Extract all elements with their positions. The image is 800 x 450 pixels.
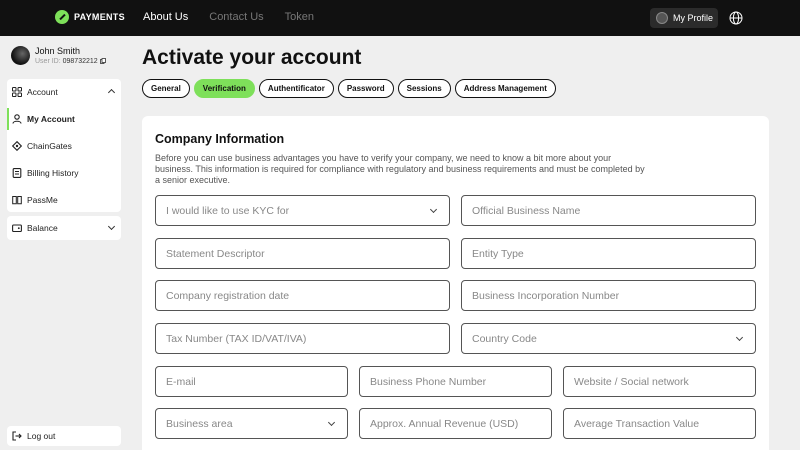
- statement-descriptor-field[interactable]: Statement Descriptor: [155, 238, 450, 269]
- sidebar-item-label: ChainGates: [27, 141, 72, 151]
- logout-button[interactable]: Log out: [7, 426, 121, 446]
- page-title: Activate your account: [142, 46, 362, 69]
- user-info: John Smith User ID: 098732212: [11, 46, 106, 65]
- logout-row: Log out: [7, 426, 121, 446]
- incorporation-number-placeholder: Business Incorporation Number: [472, 289, 620, 302]
- kyc-select[interactable]: I would like to use KYC for: [155, 195, 450, 226]
- kyc-placeholder: I would like to use KYC for: [166, 204, 290, 217]
- chevron-down-icon: [429, 205, 438, 214]
- registration-date-placeholder: Company registration date: [166, 289, 290, 302]
- logout-icon: [12, 431, 22, 441]
- user-icon: [12, 114, 22, 124]
- website-placeholder: Website / Social network: [574, 375, 689, 388]
- sidebar-item-account[interactable]: Account: [7, 79, 121, 105]
- wallet-icon: [12, 224, 22, 233]
- chevron-down-icon: [107, 222, 116, 231]
- sidebar-item-billing-history[interactable]: Billing History: [7, 160, 121, 186]
- diamond-icon: [12, 141, 22, 151]
- country-code-select[interactable]: Country Code: [461, 323, 756, 354]
- brand-name: PAYMENTS: [74, 12, 125, 22]
- entity-type-placeholder: Entity Type: [472, 247, 524, 260]
- my-profile-label: My Profile: [673, 13, 714, 23]
- entity-type-field[interactable]: Entity Type: [461, 238, 756, 269]
- profile-avatar-icon: [656, 12, 668, 24]
- business-area-placeholder: Business area: [166, 417, 233, 430]
- avatar: [11, 46, 30, 65]
- chevron-up-icon: [107, 88, 116, 97]
- country-code-placeholder: Country Code: [472, 332, 537, 345]
- tax-number-field[interactable]: Tax Number (TAX ID/VAT/IVA): [155, 323, 450, 354]
- user-id: User ID: 098732212: [35, 58, 106, 65]
- tab-authentificator[interactable]: Authentificator: [258, 79, 334, 98]
- sidebar-item-label: My Account: [27, 114, 75, 124]
- website-field[interactable]: Website / Social network: [563, 366, 756, 397]
- chevron-down-icon: [327, 418, 336, 427]
- tab-sessions[interactable]: Sessions: [397, 79, 451, 98]
- sidebar: John Smith User ID: 098732212 Account My…: [0, 36, 128, 450]
- business-incorporation-number-field[interactable]: Business Incorporation Number: [461, 280, 756, 311]
- user-id-value: 098732212: [62, 58, 98, 65]
- email-field[interactable]: E-mail: [155, 366, 348, 397]
- tab-general[interactable]: General: [142, 79, 190, 98]
- email-placeholder: E-mail: [166, 375, 196, 388]
- sidebar-item-passme[interactable]: PassMe: [7, 187, 121, 213]
- globe-icon[interactable]: [729, 11, 743, 25]
- sidebar-item-label: PassMe: [27, 195, 58, 205]
- sidebar-item-my-account[interactable]: My Account: [7, 106, 121, 132]
- settings-tabs: General Verification Authentificator Pas…: [142, 79, 556, 98]
- user-id-label: User ID:: [35, 58, 61, 65]
- nav-about-us[interactable]: About Us: [143, 11, 188, 23]
- chevron-down-icon: [735, 333, 744, 342]
- nav-token[interactable]: Token: [285, 11, 314, 23]
- top-bar: PAYMENTS About Us Contact Us Token My Pr…: [0, 0, 800, 36]
- tab-address-management[interactable]: Address Management: [454, 79, 556, 98]
- sidebar-item-balance[interactable]: Balance: [7, 216, 121, 240]
- grid-icon: [12, 87, 22, 97]
- balance-row: Balance: [7, 216, 121, 240]
- my-profile-button[interactable]: My Profile: [650, 8, 718, 28]
- company-registration-date-field[interactable]: Company registration date: [155, 280, 450, 311]
- official-business-name-placeholder: Official Business Name: [472, 204, 581, 217]
- sidebar-item-chaingates[interactable]: ChainGates: [7, 133, 121, 159]
- copy-icon[interactable]: [99, 58, 106, 65]
- official-business-name-field[interactable]: Official Business Name: [461, 195, 756, 226]
- business-area-select[interactable]: Business area: [155, 408, 348, 439]
- account-label: Account: [27, 87, 58, 97]
- sidebar-item-label: Billing History: [27, 168, 79, 178]
- account-menu: Account My Account ChainGates Billing Hi: [7, 79, 121, 212]
- nav-contact-us[interactable]: Contact Us: [209, 11, 263, 23]
- book-icon: [12, 196, 22, 205]
- receipt-icon: [12, 168, 22, 178]
- tab-verification[interactable]: Verification: [193, 79, 255, 98]
- logout-label: Log out: [27, 431, 56, 441]
- company-info-card: Company Information Before you can use b…: [142, 116, 769, 450]
- logo-icon: [55, 10, 69, 24]
- annual-revenue-placeholder: Approx. Annual Revenue (USD): [370, 417, 519, 430]
- tab-password[interactable]: Password: [337, 79, 394, 98]
- section-title: Company Information: [155, 132, 285, 146]
- statement-descriptor-placeholder: Statement Descriptor: [166, 247, 265, 260]
- tax-number-placeholder: Tax Number (TAX ID/VAT/IVA): [166, 332, 307, 345]
- section-description: Before you can use business advantages y…: [155, 153, 645, 185]
- balance-label: Balance: [27, 223, 58, 233]
- annual-revenue-field[interactable]: Approx. Annual Revenue (USD): [359, 408, 552, 439]
- business-phone-placeholder: Business Phone Number: [370, 375, 487, 388]
- average-transaction-placeholder: Average Transaction Value: [574, 417, 700, 430]
- top-nav: About Us Contact Us Token: [143, 11, 314, 23]
- user-name: John Smith: [35, 46, 81, 56]
- business-phone-field[interactable]: Business Phone Number: [359, 366, 552, 397]
- brand-logo[interactable]: PAYMENTS: [55, 10, 125, 24]
- average-transaction-field[interactable]: Average Transaction Value: [563, 408, 756, 439]
